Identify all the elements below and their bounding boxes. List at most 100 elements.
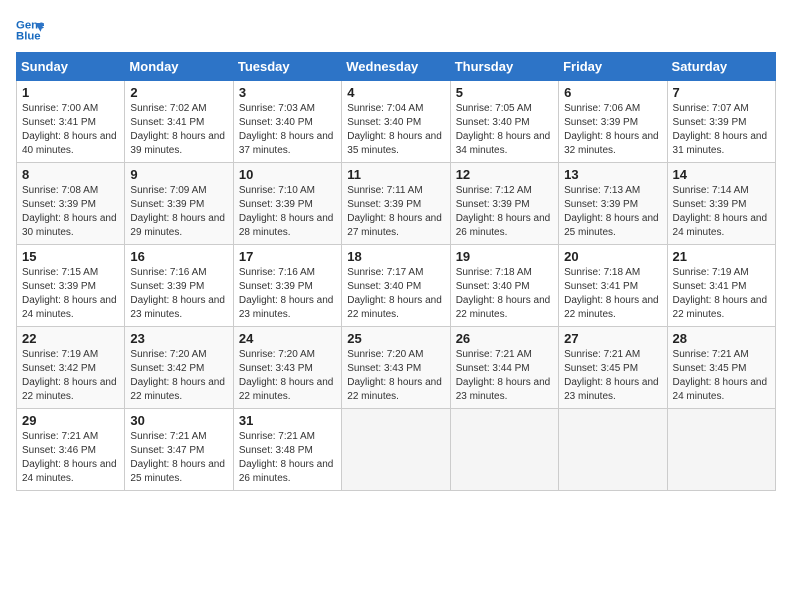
day-number: 18 [347, 249, 444, 264]
calendar-week-5: 29 Sunrise: 7:21 AM Sunset: 3:46 PM Dayli… [17, 409, 776, 491]
day-info: Sunrise: 7:20 AM Sunset: 3:43 PM Dayligh… [347, 348, 444, 404]
day-number: 7 [673, 85, 770, 100]
day-info: Sunrise: 7:02 AM Sunset: 3:41 PM Dayligh… [130, 102, 227, 158]
day-number: 1 [22, 85, 119, 100]
day-number: 14 [673, 167, 770, 182]
calendar-cell: 26 Sunrise: 7:21 AM Sunset: 3:44 PM Dayli… [450, 327, 558, 409]
day-info: Sunrise: 7:14 AM Sunset: 3:39 PM Dayligh… [673, 184, 770, 240]
day-info: Sunrise: 7:04 AM Sunset: 3:40 PM Dayligh… [347, 102, 444, 158]
calendar-cell: 15 Sunrise: 7:15 AM Sunset: 3:39 PM Dayli… [17, 245, 125, 327]
day-info: Sunrise: 7:20 AM Sunset: 3:42 PM Dayligh… [130, 348, 227, 404]
day-number: 6 [564, 85, 661, 100]
calendar-cell: 9 Sunrise: 7:09 AM Sunset: 3:39 PM Daylig… [125, 163, 233, 245]
calendar-cell: 24 Sunrise: 7:20 AM Sunset: 3:43 PM Dayli… [233, 327, 341, 409]
day-header-friday: Friday [559, 53, 667, 81]
day-info: Sunrise: 7:06 AM Sunset: 3:39 PM Dayligh… [564, 102, 661, 158]
day-info: Sunrise: 7:03 AM Sunset: 3:40 PM Dayligh… [239, 102, 336, 158]
calendar-week-4: 22Sunrise: 7:19 AM Sunset: 3:42 PM Dayli… [17, 327, 776, 409]
calendar-cell: 10 Sunrise: 7:10 AM Sunset: 3:39 PM Dayli… [233, 163, 341, 245]
day-number: 13 [564, 167, 661, 182]
day-info: Sunrise: 7:07 AM Sunset: 3:39 PM Dayligh… [673, 102, 770, 158]
day-info: Sunrise: 7:19 AM Sunset: 3:41 PM Dayligh… [673, 266, 770, 322]
svg-text:Blue: Blue [16, 31, 41, 43]
day-info: Sunrise: 7:09 AM Sunset: 3:39 PM Dayligh… [130, 184, 227, 240]
calendar-cell: 19 Sunrise: 7:18 AM Sunset: 3:40 PM Dayli… [450, 245, 558, 327]
day-info: Sunrise: 7:15 AM Sunset: 3:39 PM Dayligh… [22, 266, 119, 322]
day-info: Sunrise: 7:21 AM Sunset: 3:48 PM Dayligh… [239, 430, 336, 486]
calendar-cell: 14 Sunrise: 7:14 AM Sunset: 3:39 PM Dayli… [667, 163, 775, 245]
day-info: Sunrise: 7:05 AM Sunset: 3:40 PM Dayligh… [456, 102, 553, 158]
day-info: Sunrise: 7:16 AM Sunset: 3:39 PM Dayligh… [130, 266, 227, 322]
day-number: 16 [130, 249, 227, 264]
calendar-cell: 1Sunrise: 7:00 AM Sunset: 3:41 PM Daylig… [17, 81, 125, 163]
day-number: 12 [456, 167, 553, 182]
day-info: Sunrise: 7:21 AM Sunset: 3:47 PM Dayligh… [130, 430, 227, 486]
calendar-cell: 23 Sunrise: 7:20 AM Sunset: 3:42 PM Dayli… [125, 327, 233, 409]
day-number: 31 [239, 413, 336, 428]
day-number: 24 [239, 331, 336, 346]
day-number: 23 [130, 331, 227, 346]
day-header-sunday: Sunday [17, 53, 125, 81]
day-number: 17 [239, 249, 336, 264]
calendar-cell: 17 Sunrise: 7:16 AM Sunset: 3:39 PM Dayli… [233, 245, 341, 327]
day-info: Sunrise: 7:10 AM Sunset: 3:39 PM Dayligh… [239, 184, 336, 240]
calendar-cell: 20Sunrise: 7:18 AM Sunset: 3:41 PM Dayli… [559, 245, 667, 327]
calendar-cell: 8 Sunrise: 7:08 AM Sunset: 3:39 PM Daylig… [17, 163, 125, 245]
calendar-table: SundayMondayTuesdayWednesdayThursdayFrid… [16, 52, 776, 491]
day-number: 26 [456, 331, 553, 346]
calendar-cell: 16 Sunrise: 7:16 AM Sunset: 3:39 PM Dayli… [125, 245, 233, 327]
logo: General Blue [16, 16, 48, 44]
day-info: Sunrise: 7:18 AM Sunset: 3:40 PM Dayligh… [456, 266, 553, 322]
calendar-cell: 31 Sunrise: 7:21 AM Sunset: 3:48 PM Dayli… [233, 409, 341, 491]
calendar-cell [450, 409, 558, 491]
day-number: 29 [22, 413, 119, 428]
day-info: Sunrise: 7:17 AM Sunset: 3:40 PM Dayligh… [347, 266, 444, 322]
day-info: Sunrise: 7:19 AM Sunset: 3:42 PM Dayligh… [22, 348, 119, 404]
calendar-cell: 3 Sunrise: 7:03 AM Sunset: 3:40 PM Daylig… [233, 81, 341, 163]
day-info: Sunrise: 7:18 AM Sunset: 3:41 PM Dayligh… [564, 266, 661, 322]
day-info: Sunrise: 7:21 AM Sunset: 3:45 PM Dayligh… [673, 348, 770, 404]
calendar-cell [342, 409, 450, 491]
day-header-thursday: Thursday [450, 53, 558, 81]
calendar-header: SundayMondayTuesdayWednesdayThursdayFrid… [17, 53, 776, 81]
calendar-cell: 25 Sunrise: 7:20 AM Sunset: 3:43 PM Dayli… [342, 327, 450, 409]
day-info: Sunrise: 7:20 AM Sunset: 3:43 PM Dayligh… [239, 348, 336, 404]
day-number: 3 [239, 85, 336, 100]
day-info: Sunrise: 7:11 AM Sunset: 3:39 PM Dayligh… [347, 184, 444, 240]
day-number: 4 [347, 85, 444, 100]
calendar-cell: 29 Sunrise: 7:21 AM Sunset: 3:46 PM Dayli… [17, 409, 125, 491]
day-number: 30 [130, 413, 227, 428]
calendar-cell: 11 Sunrise: 7:11 AM Sunset: 3:39 PM Dayli… [342, 163, 450, 245]
day-number: 15 [22, 249, 119, 264]
calendar-cell: 2 Sunrise: 7:02 AM Sunset: 3:41 PM Daylig… [125, 81, 233, 163]
day-info: Sunrise: 7:21 AM Sunset: 3:44 PM Dayligh… [456, 348, 553, 404]
calendar-week-3: 15 Sunrise: 7:15 AM Sunset: 3:39 PM Dayli… [17, 245, 776, 327]
calendar-cell: 7 Sunrise: 7:07 AM Sunset: 3:39 PM Daylig… [667, 81, 775, 163]
calendar-cell: 12 Sunrise: 7:12 AM Sunset: 3:39 PM Dayli… [450, 163, 558, 245]
calendar-cell: 6 Sunrise: 7:06 AM Sunset: 3:39 PM Daylig… [559, 81, 667, 163]
calendar-cell: 5Sunrise: 7:05 AM Sunset: 3:40 PM Daylig… [450, 81, 558, 163]
day-number: 8 [22, 167, 119, 182]
day-number: 21 [673, 249, 770, 264]
day-info: Sunrise: 7:12 AM Sunset: 3:39 PM Dayligh… [456, 184, 553, 240]
day-info: Sunrise: 7:21 AM Sunset: 3:45 PM Dayligh… [564, 348, 661, 404]
page-header: General Blue [16, 16, 776, 44]
day-number: 25 [347, 331, 444, 346]
day-number: 11 [347, 167, 444, 182]
calendar-cell: 22Sunrise: 7:19 AM Sunset: 3:42 PM Dayli… [17, 327, 125, 409]
day-number: 9 [130, 167, 227, 182]
calendar-cell: 18 Sunrise: 7:17 AM Sunset: 3:40 PM Dayli… [342, 245, 450, 327]
day-header-saturday: Saturday [667, 53, 775, 81]
day-header-wednesday: Wednesday [342, 53, 450, 81]
day-info: Sunrise: 7:21 AM Sunset: 3:46 PM Dayligh… [22, 430, 119, 486]
day-info: Sunrise: 7:08 AM Sunset: 3:39 PM Dayligh… [22, 184, 119, 240]
day-header-tuesday: Tuesday [233, 53, 341, 81]
calendar-cell: 4 Sunrise: 7:04 AM Sunset: 3:40 PM Daylig… [342, 81, 450, 163]
day-number: 2 [130, 85, 227, 100]
calendar-week-2: 8 Sunrise: 7:08 AM Sunset: 3:39 PM Daylig… [17, 163, 776, 245]
day-number: 10 [239, 167, 336, 182]
day-info: Sunrise: 7:16 AM Sunset: 3:39 PM Dayligh… [239, 266, 336, 322]
day-number: 28 [673, 331, 770, 346]
day-number: 19 [456, 249, 553, 264]
calendar-cell: 30 Sunrise: 7:21 AM Sunset: 3:47 PM Dayli… [125, 409, 233, 491]
